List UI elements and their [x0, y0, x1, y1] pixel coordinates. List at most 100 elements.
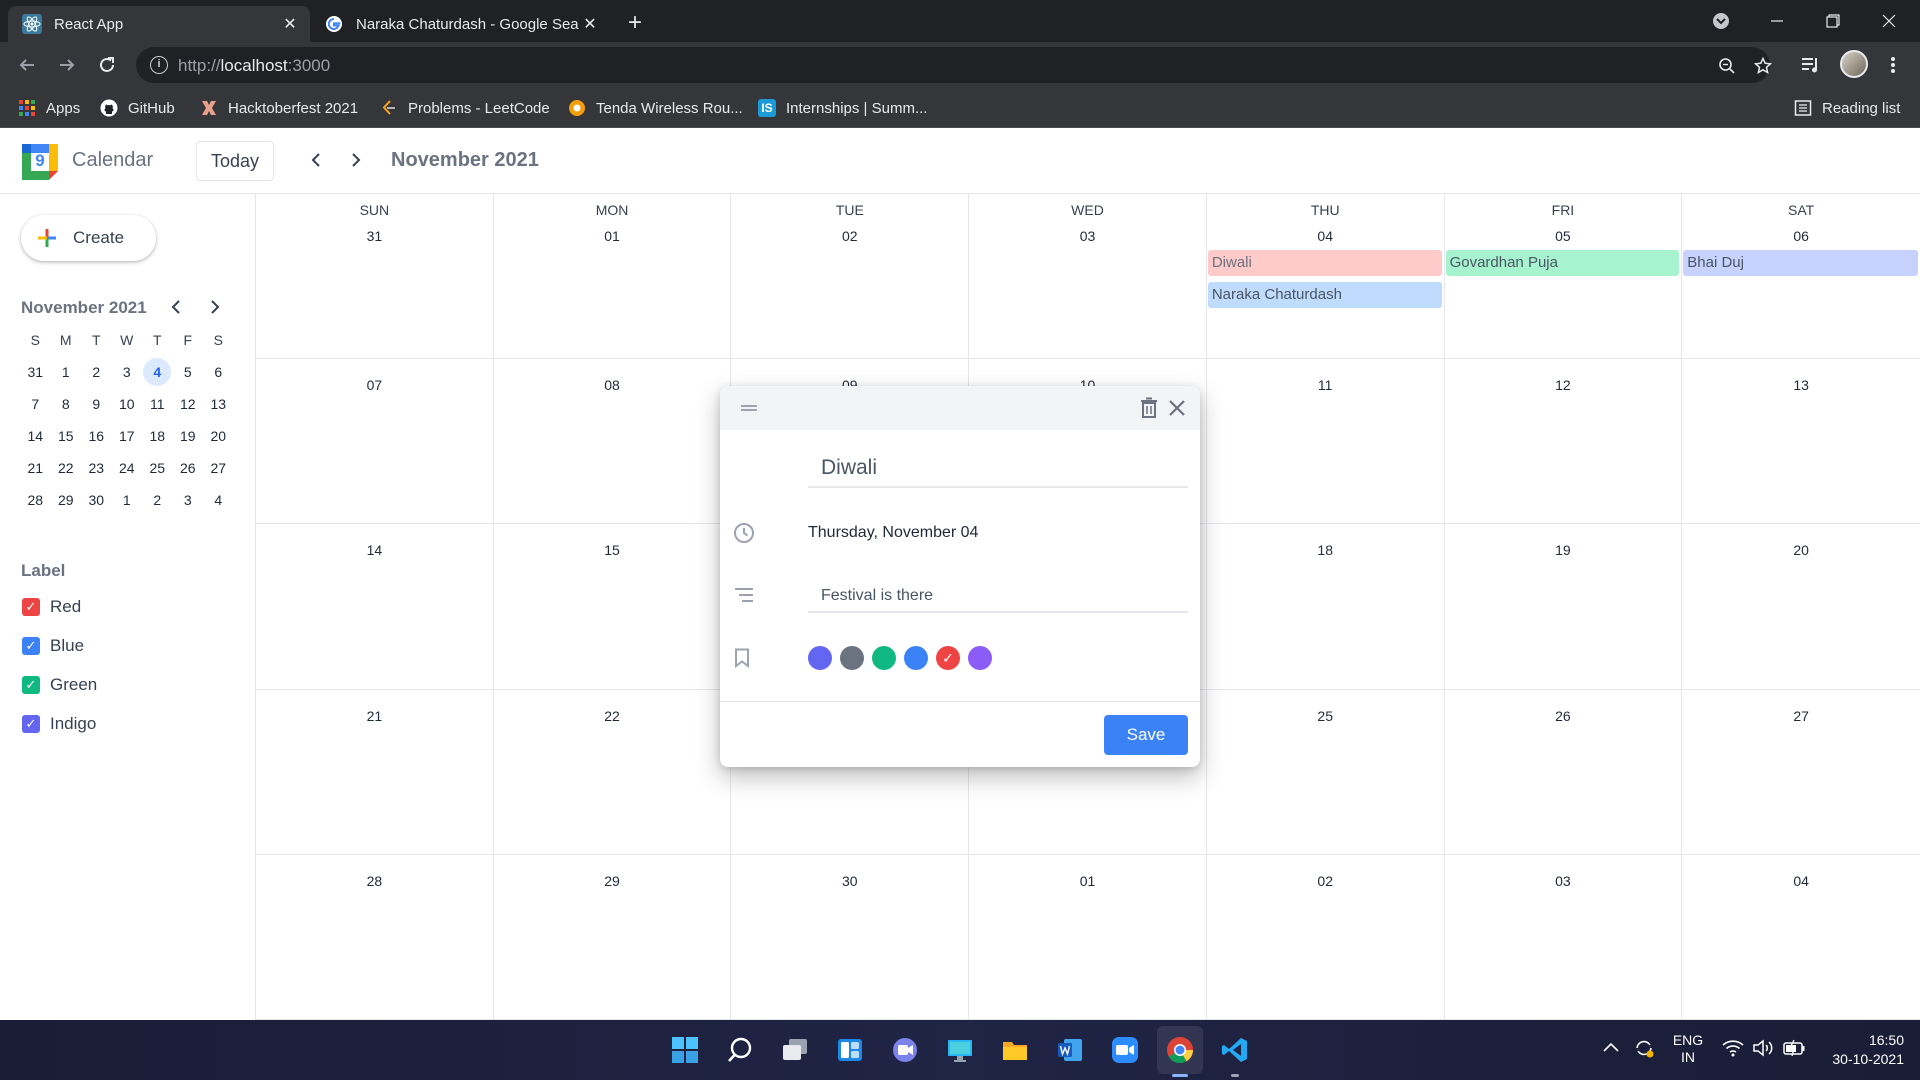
task-view-icon[interactable]	[779, 1034, 811, 1066]
color-swatch-red[interactable]: ✓	[936, 646, 960, 670]
day-cell[interactable]: 08	[493, 359, 732, 525]
mini-day[interactable]: 30	[81, 484, 112, 516]
mini-day[interactable]: 28	[20, 484, 51, 516]
today-button[interactable]: Today	[196, 141, 274, 181]
chrome-icon[interactable]	[1164, 1034, 1196, 1066]
day-cell[interactable]: MON 01	[493, 194, 732, 360]
color-swatch-purple[interactable]	[968, 646, 992, 670]
bookmark-leetcode[interactable]: Problems - LeetCode	[380, 97, 550, 119]
close-icon[interactable]: ✕	[280, 14, 300, 34]
mini-day[interactable]: 6	[203, 356, 234, 388]
menu-icon[interactable]	[1880, 52, 1906, 78]
reading-list-button[interactable]: Reading list	[1794, 97, 1900, 119]
battery-icon[interactable]	[1782, 1038, 1806, 1061]
clock[interactable]: 16:50 30-10-2021	[1820, 1031, 1904, 1069]
day-cell[interactable]: 18	[1206, 524, 1445, 690]
mini-day[interactable]: 15	[51, 420, 82, 452]
mini-day[interactable]: 9	[81, 388, 112, 420]
mini-day[interactable]: 13	[203, 388, 234, 420]
mini-day[interactable]: 17	[112, 420, 143, 452]
mini-day[interactable]: 10	[112, 388, 143, 420]
new-tab-button[interactable]: +	[622, 9, 648, 36]
day-cell[interactable]: SAT 06 Bhai Duj	[1682, 194, 1920, 360]
search-icon[interactable]	[724, 1034, 756, 1066]
label-indigo[interactable]: ✓ Indigo	[22, 712, 96, 736]
media-icon[interactable]	[1798, 52, 1824, 78]
save-button[interactable]: Save	[1104, 715, 1188, 755]
tab-search-button[interactable]	[1706, 6, 1736, 36]
label-red[interactable]: ✓ Red	[22, 595, 81, 619]
mini-day[interactable]: 3	[112, 356, 143, 388]
teams-chat-icon[interactable]	[889, 1034, 921, 1066]
widgets-icon[interactable]	[834, 1034, 866, 1066]
bookmark-internshala[interactable]: IS Internships | Summ...	[758, 97, 927, 119]
checkbox-icon[interactable]: ✓	[22, 676, 40, 694]
day-cell[interactable]: 14	[256, 524, 494, 690]
event-description-input[interactable]	[808, 581, 1188, 613]
mini-day-selected[interactable]: 4	[142, 356, 173, 388]
day-cell[interactable]: SUN 31	[256, 194, 494, 360]
day-cell[interactable]: 27	[1682, 690, 1920, 855]
mini-day[interactable]: 21	[20, 452, 51, 484]
day-cell[interactable]: WED 03	[969, 194, 1207, 360]
day-cell[interactable]: 26	[1444, 689, 1683, 855]
language-indicator[interactable]: ENG IN	[1672, 1032, 1704, 1066]
mini-day[interactable]: 11	[142, 388, 173, 420]
back-button[interactable]	[12, 50, 42, 80]
avatar[interactable]	[1840, 50, 1868, 78]
bookmark-apps[interactable]: Apps	[18, 97, 80, 119]
day-cell[interactable]: 15	[493, 524, 732, 690]
url-bar[interactable]: i http://localhost:3000	[136, 47, 1772, 83]
label-green[interactable]: ✓ Green	[22, 673, 97, 697]
delete-button[interactable]	[1138, 396, 1160, 420]
checkbox-icon[interactable]: ✓	[22, 637, 40, 655]
day-cell[interactable]: 25	[1206, 689, 1445, 855]
close-icon[interactable]: ✕	[580, 14, 600, 34]
day-cell[interactable]: 04	[1682, 855, 1920, 1020]
mini-day[interactable]: 2	[142, 484, 173, 516]
wifi-icon[interactable]	[1722, 1038, 1744, 1061]
info-icon[interactable]: i	[150, 56, 168, 74]
day-cell[interactable]: 30	[731, 854, 970, 1020]
sync-icon[interactable]	[1632, 1036, 1656, 1063]
checkbox-icon[interactable]: ✓	[22, 598, 40, 616]
day-cell[interactable]: 03	[1444, 854, 1683, 1020]
mini-day[interactable]: 4	[203, 484, 234, 516]
zoom-icon[interactable]	[1716, 55, 1738, 77]
zoom-app-icon[interactable]	[1109, 1034, 1141, 1066]
mini-day[interactable]: 12	[173, 388, 204, 420]
mini-day[interactable]: 16	[81, 420, 112, 452]
close-window-button[interactable]	[1874, 6, 1904, 36]
color-swatch-green[interactable]	[872, 646, 896, 670]
windows-start-icon[interactable]	[669, 1034, 701, 1066]
drag-handle-icon[interactable]	[740, 400, 758, 416]
event-chip[interactable]: Diwali	[1207, 250, 1442, 276]
forward-button[interactable]	[52, 50, 82, 80]
event-chip[interactable]: Naraka Chaturdash	[1207, 282, 1442, 308]
day-cell[interactable]: FRI 05 Govardhan Puja	[1444, 194, 1683, 360]
event-title-input[interactable]	[808, 450, 1188, 488]
mini-day[interactable]: 23	[81, 452, 112, 484]
mini-day[interactable]: 25	[142, 452, 173, 484]
mini-day[interactable]: 2	[81, 356, 112, 388]
mini-day[interactable]: 18	[142, 420, 173, 452]
day-cell[interactable]: 13	[1682, 359, 1920, 525]
volume-icon[interactable]	[1752, 1038, 1774, 1061]
color-swatch-blue[interactable]	[904, 646, 928, 670]
mini-day[interactable]: 14	[20, 420, 51, 452]
file-explorer-icon[interactable]	[999, 1034, 1031, 1066]
color-swatch-indigo[interactable]	[808, 646, 832, 670]
day-cell[interactable]: 07	[256, 359, 494, 525]
chevron-up-icon[interactable]	[1602, 1040, 1620, 1057]
mini-day[interactable]: 22	[51, 452, 82, 484]
minimize-button[interactable]	[1762, 6, 1792, 36]
event-chip[interactable]: Bhai Duj	[1683, 250, 1918, 276]
prev-month-button[interactable]	[302, 146, 330, 174]
create-button[interactable]: Create	[21, 215, 156, 261]
close-modal-button[interactable]	[1166, 396, 1188, 420]
reload-button[interactable]	[92, 50, 122, 80]
mini-next-month-button[interactable]	[203, 295, 227, 319]
mini-day[interactable]: 24	[112, 452, 143, 484]
day-cell[interactable]: 01	[969, 854, 1207, 1020]
day-cell[interactable]: TUE 02	[731, 194, 970, 360]
